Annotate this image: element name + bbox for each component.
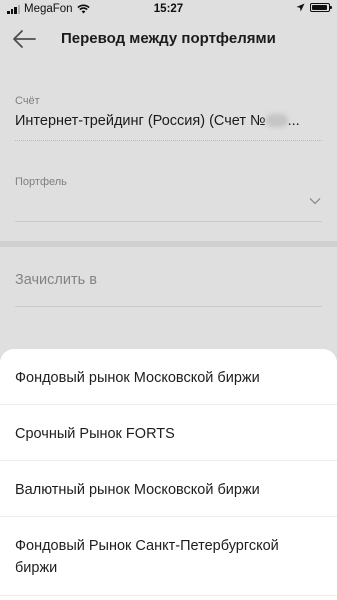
option-separator (0, 404, 337, 405)
option-forts[interactable]: Срочный Рынок FORTS (15, 423, 322, 445)
option-separator (0, 595, 337, 596)
option-spb-stock-market[interactable]: Фондовый Рынок Санкт-Петербургской биржи (15, 535, 322, 579)
option-moex-stock-market[interactable]: Фондовый рынок Московской биржи (15, 367, 322, 389)
option-separator (0, 516, 337, 517)
market-picker-sheet: Фондовый рынок Московской биржи Срочный … (0, 349, 337, 600)
option-moex-currency-market[interactable]: Валютный рынок Московской биржи (15, 479, 322, 501)
option-separator (0, 460, 337, 461)
